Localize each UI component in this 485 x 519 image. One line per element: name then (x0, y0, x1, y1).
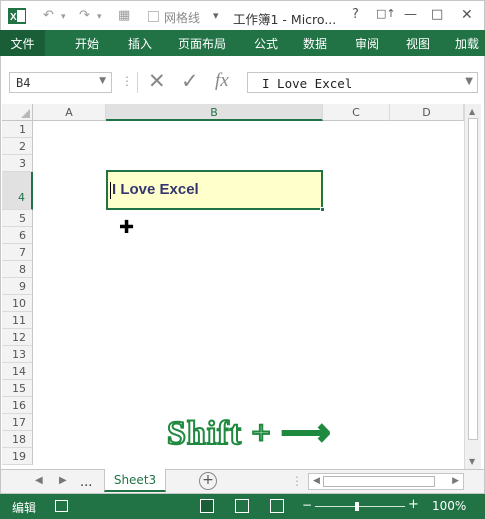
svg-text:X: X (10, 12, 17, 23)
scroll-down-icon[interactable]: ▼ (469, 457, 475, 466)
zoom-slider[interactable] (315, 506, 405, 507)
status-mode: 编辑 (12, 501, 37, 515)
select-all-button[interactable] (2, 104, 33, 121)
sheet-tab-sheet3[interactable]: Sheet3 (104, 469, 166, 492)
insert-function-icon[interactable]: fx (215, 70, 229, 92)
horizontal-scrollbar[interactable]: ◀ ▶ (308, 473, 464, 490)
row-header-6[interactable]: 6 (2, 227, 33, 244)
vertical-scroll-thumb[interactable] (468, 118, 478, 440)
zoom-in-icon[interactable]: + (408, 497, 419, 512)
tab-file[interactable]: 文件 (0, 30, 45, 56)
horizontal-scroll-thumb[interactable] (323, 476, 435, 487)
page-layout-view-button[interactable] (235, 499, 249, 513)
formula-bar: B4 ▼ ⋮ ✕ ✓ fx I Love Excel ▼ (0, 56, 485, 104)
name-box[interactable]: B4 ▼ (9, 72, 112, 93)
window-title: 工作簿1 - Micro... (233, 12, 337, 27)
row-header-17[interactable]: 17 (2, 414, 33, 431)
column-header-d[interactable]: D (390, 104, 464, 121)
row-header-7[interactable]: 7 (2, 244, 33, 261)
tab-view[interactable]: 视图 (406, 35, 430, 52)
excel-logo-icon: X (8, 8, 26, 24)
scroll-left-icon[interactable]: ◀ (313, 476, 320, 486)
formula-value: I Love Excel (262, 76, 353, 91)
page-break-preview-button[interactable] (270, 499, 284, 513)
undo-icon[interactable]: ↶ (43, 8, 54, 23)
zoom-out-icon[interactable]: − (302, 498, 312, 512)
zoom-level[interactable]: 100% (432, 499, 466, 513)
help-button[interactable]: ? (352, 7, 359, 22)
column-header-c[interactable]: C (323, 104, 390, 121)
tab-data[interactable]: 数据 (303, 35, 327, 52)
ribbon-display-button[interactable]: □↑ (376, 7, 396, 20)
scroll-up-icon[interactable]: ▲ (469, 107, 475, 116)
normal-view-button[interactable] (200, 499, 214, 513)
row-header-11[interactable]: 11 (2, 312, 33, 329)
next-sheet-icon[interactable]: ▶ (59, 475, 67, 486)
column-header-a[interactable]: A (33, 104, 106, 121)
minimize-button[interactable]: — (404, 7, 417, 22)
table-icon[interactable]: ▦ (118, 8, 130, 23)
row-header-4[interactable]: 4 (2, 172, 33, 210)
tab-split-handle-icon[interactable]: ⋮ (291, 474, 303, 488)
tab-page-layout[interactable]: 页面布局 (178, 35, 226, 52)
cell-select-cursor-icon: ✚ (119, 217, 135, 238)
close-button[interactable]: ✕ (461, 7, 473, 23)
formula-bar-resize-icon[interactable]: ⋮ (121, 74, 133, 88)
ribbon-tabs: 文件 开始 插入 页面布局 公式 数据 审阅 视图 加载 (0, 30, 485, 56)
formula-input[interactable]: I Love Excel ▼ (247, 72, 478, 93)
add-sheet-button[interactable]: + (199, 472, 217, 490)
divider (137, 72, 138, 93)
row-header-1[interactable]: 1 (2, 121, 33, 138)
sheet-tab-bar: ◀ ▶ ... Sheet3 + ⋮ ◀ ▶ (0, 469, 485, 494)
name-box-dropdown-icon[interactable]: ▼ (99, 76, 106, 86)
worksheet-grid[interactable]: A B C D 1 2 3 4 5 6 7 8 9 10 11 12 13 14… (0, 104, 485, 469)
tab-formulas[interactable]: 公式 (254, 35, 278, 52)
cancel-icon[interactable]: ✕ (148, 69, 166, 93)
gridlines-checkbox[interactable] (148, 11, 159, 22)
shortcut-annotation: Shift + ⟶ (166, 414, 332, 453)
active-cell-b4[interactable]: I Love Excel (106, 170, 325, 212)
maximize-button[interactable]: □ (431, 7, 443, 22)
row-header-18[interactable]: 18 (2, 431, 33, 448)
row-header-12[interactable]: 12 (2, 329, 33, 346)
fill-handle[interactable] (320, 207, 325, 212)
expand-formula-bar-icon[interactable]: ▼ (465, 76, 473, 87)
redo-dropdown-icon[interactable]: ▾ (97, 12, 102, 22)
tab-home[interactable]: 开始 (75, 35, 99, 52)
row-header-13[interactable]: 13 (2, 346, 33, 363)
row-header-10[interactable]: 10 (2, 295, 33, 312)
redo-icon[interactable]: ↷ (79, 8, 90, 23)
text-caret (110, 182, 111, 199)
name-box-value: B4 (16, 76, 31, 90)
gridlines-label: 网格线 (164, 11, 201, 25)
row-header-5[interactable]: 5 (2, 210, 33, 227)
status-bar: 编辑 − + 100% (0, 494, 485, 519)
row-header-14[interactable]: 14 (2, 363, 33, 380)
prev-sheet-icon[interactable]: ◀ (35, 475, 43, 486)
customize-quick-access-icon[interactable]: ▾ (213, 9, 219, 22)
vertical-scrollbar[interactable]: ▲ ▼ (464, 104, 481, 469)
scroll-right-icon[interactable]: ▶ (452, 476, 459, 486)
undo-dropdown-icon[interactable]: ▾ (61, 12, 66, 22)
row-header-16[interactable]: 16 (2, 397, 33, 414)
tab-insert[interactable]: 插入 (128, 35, 152, 52)
tab-addins[interactable]: 加载 (455, 35, 479, 52)
tab-review[interactable]: 审阅 (355, 35, 379, 52)
enter-icon[interactable]: ✓ (181, 69, 199, 93)
macro-record-icon[interactable] (55, 500, 68, 512)
zoom-slider-thumb[interactable] (355, 502, 359, 511)
row-header-3[interactable]: 3 (2, 155, 33, 172)
row-header-2[interactable]: 2 (2, 138, 33, 155)
row-header-9[interactable]: 9 (2, 278, 33, 295)
row-header-19[interactable]: 19 (2, 448, 33, 465)
title-bar: X ↶ ▾ ↷ ▾ ▦ 网格线 ▾ 工作簿1 - Micro... ? □↑ —… (0, 0, 485, 30)
active-cell-value: I Love Excel (112, 181, 199, 198)
row-header-15[interactable]: 15 (2, 380, 33, 397)
row-header-8[interactable]: 8 (2, 261, 33, 278)
more-sheets-button[interactable]: ... (80, 475, 92, 490)
column-header-b[interactable]: B (106, 104, 323, 121)
select-all-icon (21, 109, 30, 118)
